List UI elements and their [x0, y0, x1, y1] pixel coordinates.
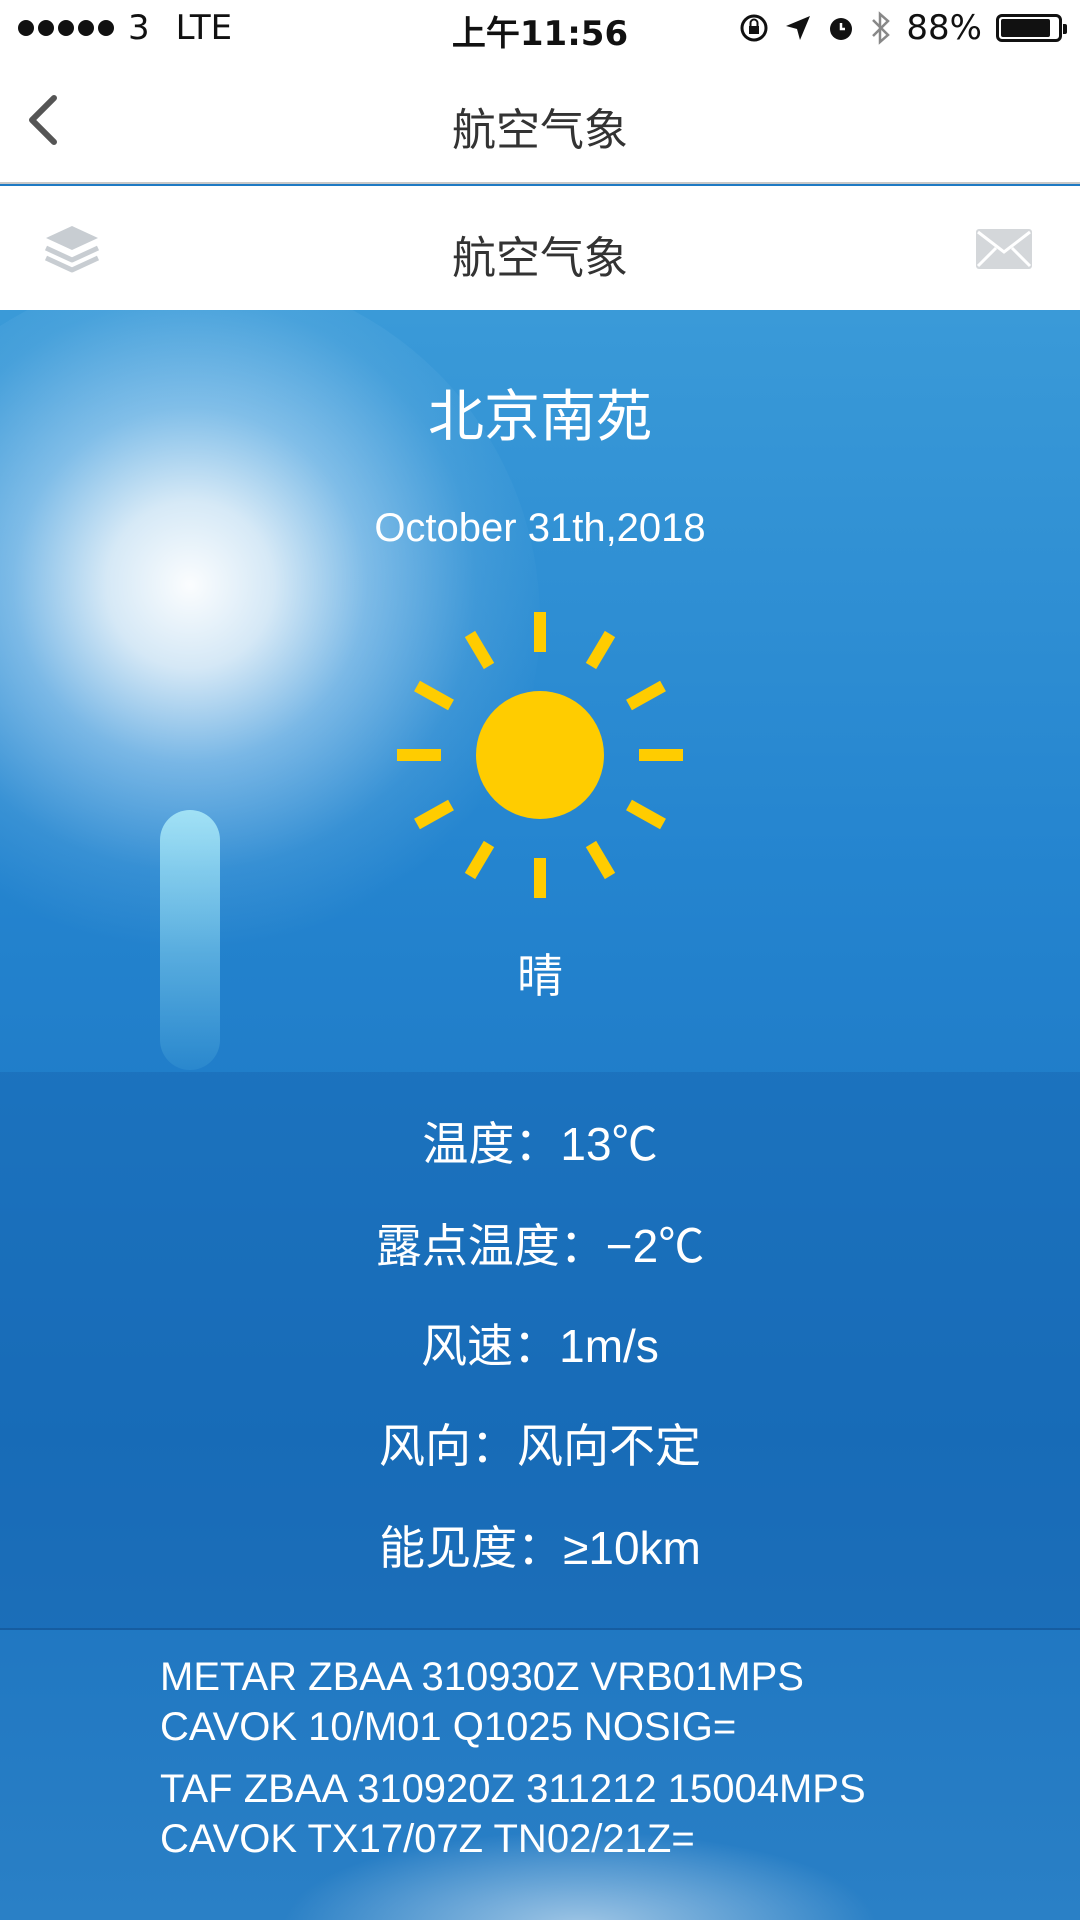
mail-icon — [976, 229, 1032, 269]
battery-icon — [996, 14, 1067, 42]
metar-line: CAVOK 10/M01 Q1025 NOSIG= — [160, 1705, 737, 1749]
weather-panel: 北京南苑 October 31th,2018 晴 温度：13℃ 露点温度：−2℃… — [0, 310, 1080, 1920]
airport-name: 北京南苑 — [428, 385, 652, 450]
alarm-icon — [830, 18, 853, 40]
bluetooth-icon — [872, 11, 891, 45]
date-label: October 31th,2018 — [374, 506, 706, 550]
temperature-row: 温度：13℃ — [422, 1118, 658, 1170]
taf-report: TAF ZBAA 310920Z 311212 15004MPS CAVOK T… — [160, 1764, 1020, 1864]
wind-speed-row: 风速：1m/s — [421, 1320, 659, 1372]
divider — [0, 1628, 1080, 1630]
section-title: 航空气象 — [452, 233, 628, 284]
wind-direction-row: 风向：风向不定 — [379, 1420, 701, 1472]
page-title: 航空气象 — [452, 105, 628, 156]
battery-level — [1001, 19, 1051, 37]
sub-header: 航空气象 — [0, 186, 1080, 310]
taf-line: CAVOK TX17/07Z TN02/21Z= — [160, 1817, 695, 1861]
visibility-row: 能见度：≥10km — [379, 1522, 701, 1574]
dew-point-row: 露点温度：−2℃ — [375, 1220, 705, 1272]
weather-condition: 晴 — [517, 949, 563, 1003]
battery-percent: 88% — [906, 8, 982, 48]
metar-line: METAR ZBAA 310930Z VRB01MPS — [160, 1655, 804, 1699]
metar-report: METAR ZBAA 310930Z VRB01MPS CAVOK 10/M01… — [160, 1652, 1020, 1752]
rotation-lock-icon — [740, 14, 768, 42]
status-bar: 3 LTE 上午11:56 88% — [0, 0, 1080, 56]
location-arrow-icon — [786, 16, 811, 40]
mail-button[interactable] — [974, 226, 1034, 272]
taf-line: TAF ZBAA 310920Z 311212 15004MPS — [160, 1767, 866, 1811]
weather-details: 温度：13℃ 露点温度：−2℃ 风速：1m/s 风向：风向不定 能见度：≥10k… — [0, 1072, 1080, 1628]
sun-icon — [397, 612, 683, 898]
nav-bar: 航空气象 — [0, 56, 1080, 184]
status-right: 88% — [738, 8, 1067, 48]
